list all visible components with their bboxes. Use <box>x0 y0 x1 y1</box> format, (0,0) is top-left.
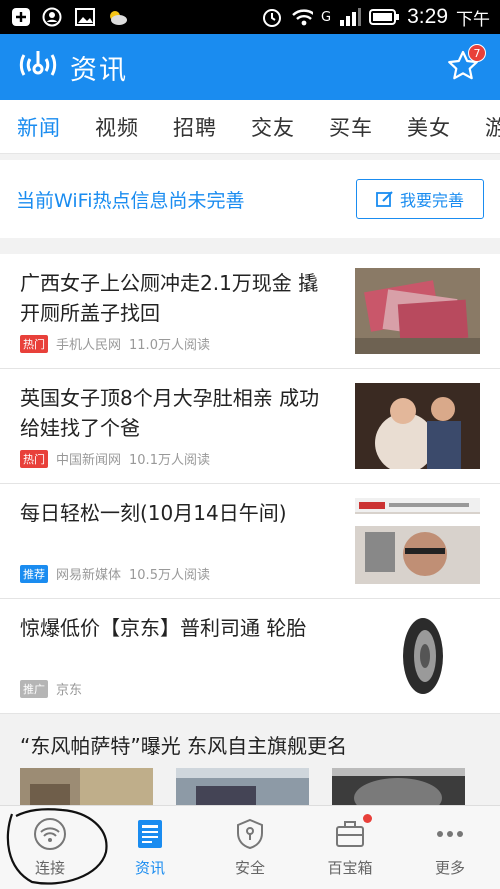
notification-badge: 7 <box>468 44 486 62</box>
bottom-nav: 连接 资讯 安全 百宝箱 更多 <box>0 805 500 889</box>
news-meta: 热门 手机人民网 11.0万人阅读 <box>20 334 210 353</box>
news-source: 网易新媒体 <box>56 568 122 583</box>
news-thumbnail <box>355 383 480 469</box>
news-thumbnail <box>355 498 480 584</box>
cell-signal-icon <box>339 7 362 27</box>
clock-time: 3:29 <box>407 5 448 28</box>
nav-toolbox[interactable]: 百宝箱 <box>300 806 400 889</box>
battery-icon <box>369 7 400 27</box>
category-tabs: 新闻 视频 招聘 交友 买车 美女 游 <box>0 100 500 154</box>
news-meta: 热门 中国新闻网 10.1万人阅读 <box>20 449 210 468</box>
news-title[interactable]: “东风帕萨特”曝光 东风自主旗舰更名 <box>20 730 347 759</box>
app-bar: 资讯 7 <box>0 34 500 100</box>
new-indicator-dot <box>363 814 372 823</box>
news-thumbnail <box>355 268 480 354</box>
news-item[interactable]: 每日轻松一刻(10月14日午间) 推荐 网易新媒体 10.5万人阅读 <box>0 484 500 599</box>
nav-label: 百宝箱 <box>327 859 373 877</box>
news-meta: 推荐 网易新媒体 10.5万人阅读 <box>20 564 210 583</box>
news-thumbnail <box>355 613 480 699</box>
wifi-info-notice: 当前WiFi热点信息尚未完善 我要完善 <box>0 160 500 238</box>
nav-more[interactable]: 更多 <box>400 806 500 889</box>
news-source: 京东 <box>56 683 83 698</box>
nav-label: 资讯 <box>134 859 165 877</box>
nav-label: 安全 <box>234 859 265 877</box>
nav-label: 连接 <box>34 859 65 877</box>
tab-jobs[interactable]: 招聘 <box>156 112 217 142</box>
news-title: 英国女子顶8个月大孕肚相亲 成功给娃找了个爸 <box>20 386 320 440</box>
news-reads: 10.1万人阅读 <box>129 453 210 468</box>
alarm-icon <box>261 7 283 27</box>
tab-games[interactable]: 游 <box>468 112 500 142</box>
complete-info-label: 我要完善 <box>399 191 464 210</box>
news-source: 中国新闻网 <box>56 453 122 468</box>
news-item[interactable]: 惊爆低价【京东】普利司通 轮胎 推广 京东 <box>0 599 500 714</box>
complete-info-button[interactable]: 我要完善 <box>356 179 484 219</box>
news-image-strip <box>332 768 465 806</box>
news-meta: 推广 京东 <box>20 679 82 698</box>
image-icon <box>74 7 96 27</box>
wifi-logo-icon <box>18 45 58 89</box>
news-image-strip <box>176 768 309 806</box>
news-title: 惊爆低价【京东】普利司通 轮胎 <box>20 616 307 640</box>
ad-tag: 推广 <box>20 679 48 698</box>
wifi-signal-icon <box>291 7 314 27</box>
toolbox-icon <box>333 817 367 851</box>
page-title: 资讯 <box>70 54 128 86</box>
tab-news[interactable]: 新闻 <box>0 112 61 142</box>
news-icon <box>133 817 167 851</box>
tab-dating[interactable]: 交友 <box>234 112 295 142</box>
recommend-tag: 推荐 <box>20 564 48 583</box>
add-icon <box>10 7 32 27</box>
news-title: 每日轻松一刻(10月14日午间) <box>20 501 287 525</box>
user-sync-icon <box>42 7 64 27</box>
tab-cars[interactable]: 买车 <box>312 112 373 142</box>
shield-icon <box>233 817 267 851</box>
hot-tag: 热门 <box>20 334 48 353</box>
news-title: 广西女子上公厕冲走2.1万现金 撬开厕所盖子找回 <box>20 271 319 325</box>
nav-label: 更多 <box>434 859 465 877</box>
nav-news[interactable]: 资讯 <box>100 806 200 889</box>
news-item[interactable]: 广西女子上公厕冲走2.1万现金 撬开厕所盖子找回 热门 手机人民网 11.0万人… <box>0 254 500 369</box>
news-image-strip <box>20 768 153 806</box>
nav-connect[interactable]: 连接 <box>0 806 100 889</box>
news-reads: 10.5万人阅读 <box>129 568 210 583</box>
more-icon <box>433 817 467 851</box>
status-bar: G 3:29 下午 <box>0 0 500 34</box>
tab-beauty[interactable]: 美女 <box>390 112 451 142</box>
weather-icon <box>106 7 128 27</box>
favorites-button[interactable]: 7 <box>446 44 486 85</box>
news-source: 手机人民网 <box>56 338 122 353</box>
network-type: G <box>321 9 332 25</box>
notice-text: 当前WiFi热点信息尚未完善 <box>16 189 245 212</box>
hot-tag: 热门 <box>20 449 48 468</box>
tab-video[interactable]: 视频 <box>78 112 139 142</box>
news-list: 广西女子上公厕冲走2.1万现金 撬开厕所盖子找回 热门 手机人民网 11.0万人… <box>0 254 500 714</box>
edit-icon <box>376 191 393 207</box>
clock-period: 下午 <box>456 9 490 30</box>
nav-security[interactable]: 安全 <box>200 806 300 889</box>
wifi-icon <box>33 817 67 851</box>
news-item[interactable]: 英国女子顶8个月大孕肚相亲 成功给娃找了个爸 热门 中国新闻网 10.1万人阅读 <box>0 369 500 484</box>
news-reads: 11.0万人阅读 <box>129 338 210 353</box>
